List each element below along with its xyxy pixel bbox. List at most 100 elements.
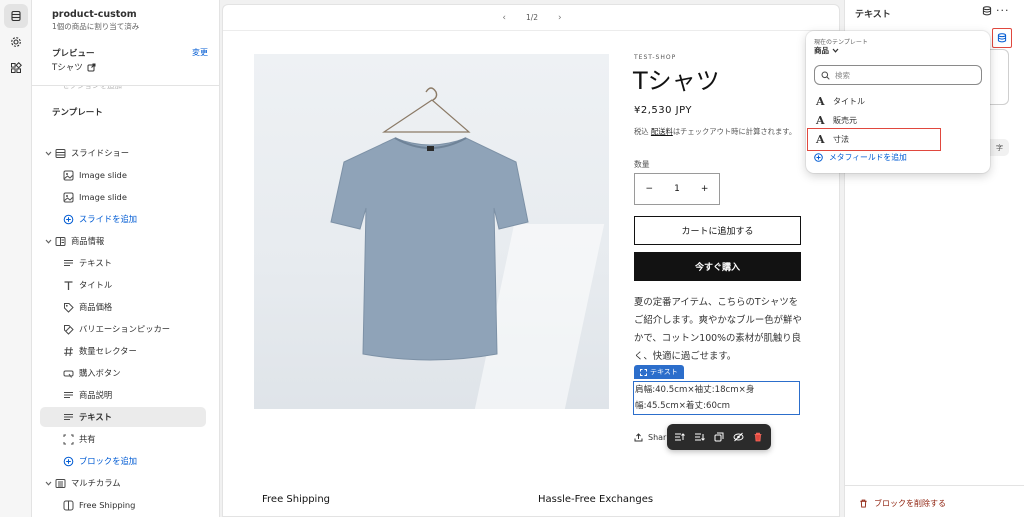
settings-icon <box>11 37 21 47</box>
align-top-icon <box>675 433 686 441</box>
block-row[interactable]: テキスト <box>40 253 206 273</box>
chevron-down-icon[interactable] <box>42 239 54 244</box>
add-item-button[interactable]: スライドを追加 <box>40 209 206 229</box>
tree-row-label: テキスト <box>79 412 112 422</box>
block-row[interactable]: テキスト <box>40 407 206 427</box>
sections-nav-button[interactable] <box>4 4 28 28</box>
apps-icon <box>11 62 22 73</box>
text-lines-icon <box>62 411 74 423</box>
share-link[interactable]: Shar <box>634 433 666 442</box>
block-row[interactable]: 共有 <box>40 429 206 449</box>
left-rail <box>0 0 32 517</box>
quantity-label: 数量 <box>634 160 650 169</box>
template-assignment: 1個の商品に割り当て済み <box>52 22 140 31</box>
block-row[interactable]: Image slide <box>40 187 206 207</box>
block-row[interactable]: タイトル <box>40 275 206 295</box>
tax-suffix: はチェックアウト時に計算されます。 <box>672 127 797 136</box>
buy-now-button[interactable]: 今すぐ購入 <box>634 252 801 281</box>
source-item-vendor[interactable]: A 販売元 <box>814 111 982 129</box>
column-icon <box>62 499 74 511</box>
source-item-label: 販売元 <box>833 115 857 125</box>
block-row[interactable]: 数量セレクター <box>40 341 206 361</box>
chevron-down-icon <box>832 48 839 53</box>
delete-button[interactable] <box>751 430 765 444</box>
tshirt-illustration <box>330 87 529 361</box>
add-metafield-button[interactable]: メタフィールドを追加 <box>814 152 907 163</box>
connect-dynamic-source-button[interactable] <box>992 28 1012 48</box>
duplicate-icon <box>714 432 724 442</box>
search-placeholder: 検索 <box>835 70 850 80</box>
quantity-plus-button[interactable]: + <box>701 184 709 194</box>
chevron-down-icon[interactable] <box>42 481 54 486</box>
tree-row-label: スライドショー <box>71 148 130 158</box>
template-selector-value: 商品 <box>814 46 829 55</box>
settings-nav-button[interactable] <box>4 30 28 54</box>
hash-icon <box>62 345 74 357</box>
section-row[interactable]: マルチカラム <box>40 473 206 493</box>
prev-arrow-icon[interactable]: ‹ <box>502 13 506 23</box>
hide-button[interactable] <box>732 430 746 444</box>
tree-row-label: タイトル <box>79 280 113 290</box>
source-item-title[interactable]: A タイトル <box>814 92 982 110</box>
sections-panel: セクションを追加 スライドショーImage slideImage slideスラ… <box>32 0 220 517</box>
add-item-button[interactable]: ブロックを追加 <box>40 451 206 471</box>
preview-label: プレビュー <box>52 49 95 59</box>
frame-select-icon <box>640 368 647 376</box>
move-up-button[interactable] <box>673 430 687 444</box>
dynamic-source-popover: 現在のテンプレート 商品 検索 A タイトル A 販売元 A 寸法 メタフィール… <box>806 31 990 173</box>
source-search-input[interactable]: 検索 <box>814 65 982 85</box>
hidden-setting-card <box>987 49 1009 105</box>
selected-text-block[interactable]: 肩幅:40.5cm×袖丈:18cm×身 幅:45.5cm×着丈:60cm <box>633 381 800 415</box>
block-row[interactable]: バリエーションピッカー <box>40 319 206 339</box>
quantity-minus-button[interactable]: − <box>646 184 654 194</box>
remove-block-label: ブロックを削除する <box>874 499 946 508</box>
tax-prefix: 税込 <box>634 127 649 136</box>
buy-button-icon <box>62 367 74 379</box>
block-row[interactable]: Free Shipping <box>40 495 206 515</box>
preview-area: ‹ 1/2 › TEST-SHOP Tシャツ ¥2,530 JPY 税込 配送料… <box>220 0 844 517</box>
template-selector[interactable]: 商品 <box>814 45 839 56</box>
next-arrow-icon[interactable]: › <box>558 13 562 23</box>
text-type-icon: A <box>816 133 825 146</box>
section-row[interactable]: スライドショー <box>40 143 206 163</box>
text-block-tag[interactable]: テキスト <box>634 365 684 379</box>
product-title: Tシャツ <box>633 67 720 95</box>
remove-block-button[interactable]: ブロックを削除する <box>859 498 946 509</box>
tree-row-label: 商品説明 <box>79 390 113 400</box>
apps-nav-button[interactable] <box>4 56 28 80</box>
align-bottom-icon <box>694 433 705 441</box>
text-block-line-1: 肩幅:40.5cm×袖丈:18cm×身 <box>635 385 755 395</box>
feature-free-shipping: Free Shipping <box>262 494 331 505</box>
product-description: 夏の定番アイテム、こちらのTシャツをご紹介します。爽やかなブルー色が鮮やかで、コ… <box>634 297 802 362</box>
tree-row-label: 商品情報 <box>71 236 105 246</box>
slideshow-icon <box>54 147 66 159</box>
database-icon[interactable] <box>982 6 992 16</box>
move-down-button[interactable] <box>692 430 706 444</box>
preview-product[interactable]: Tシャツ <box>52 61 96 73</box>
image-icon <box>62 191 74 203</box>
text-type-icon: A <box>816 113 825 127</box>
text-lines-icon <box>62 257 74 269</box>
quantity-stepper: − 1 + <box>634 173 720 205</box>
preview-change-link[interactable]: 変更 <box>192 47 208 58</box>
sections-icon <box>11 10 21 22</box>
tree-row-label: Image slide <box>79 170 127 180</box>
shipping-link[interactable]: 配送料 <box>651 127 673 136</box>
source-item-dimensions[interactable]: A 寸法 <box>807 128 941 151</box>
add-to-cart-button[interactable]: カートに追加する <box>634 216 801 245</box>
tree-row-label: マルチカラム <box>71 478 121 488</box>
block-row[interactable]: Image slide <box>40 165 206 185</box>
block-row[interactable]: 購入ボタン <box>40 363 206 383</box>
tree-row-label: バリエーションピッカー <box>79 324 171 334</box>
product-image[interactable] <box>254 54 609 409</box>
block-row[interactable]: 商品説明 <box>40 385 206 405</box>
block-row[interactable]: 商品価格 <box>40 297 206 317</box>
text-lines-icon <box>62 389 74 401</box>
pager: ‹ 1/2 › <box>223 5 839 31</box>
more-options-icon[interactable]: ··· <box>996 4 1010 17</box>
quantity-value[interactable]: 1 <box>674 184 680 194</box>
chevron-down-icon[interactable] <box>42 151 54 156</box>
section-row[interactable]: 商品情報 <box>40 231 206 251</box>
duplicate-button[interactable] <box>712 430 726 444</box>
section-tree: セクションを追加 スライドショーImage slideImage slideスラ… <box>32 81 208 517</box>
